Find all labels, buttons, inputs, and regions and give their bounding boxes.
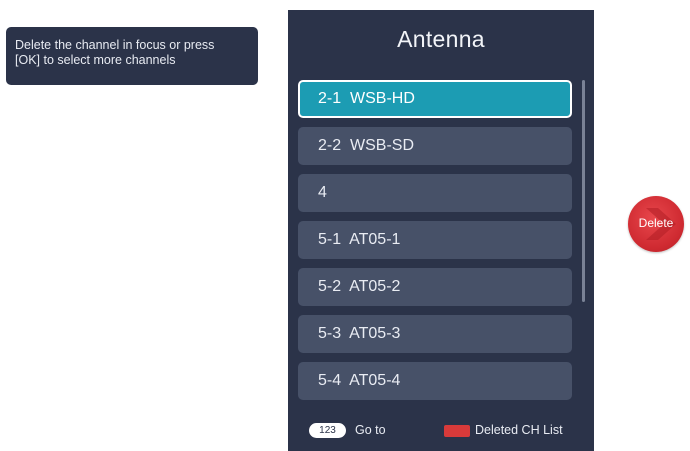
channel-list-panel: Antenna 2-1 WSB-HD 2-2 WSB-SD 4 5-1 AT05… bbox=[288, 10, 594, 451]
number-key-badge: 123 bbox=[309, 423, 346, 438]
channel-row[interactable]: 5-3 AT05-3 bbox=[298, 315, 572, 353]
channel-row[interactable]: 5-2 AT05-2 bbox=[298, 268, 572, 306]
channel-list: 2-1 WSB-HD 2-2 WSB-SD 4 5-1 AT05-1 5-2 A… bbox=[298, 80, 574, 421]
channel-row[interactable]: 2-1 WSB-HD bbox=[298, 80, 572, 118]
delete-button[interactable]: Delete bbox=[628, 196, 684, 252]
screen: Delete the channel in focus or press [OK… bbox=[0, 0, 690, 451]
channel-row[interactable]: 5-4 AT05-4 bbox=[298, 362, 572, 400]
panel-footer: 123 Go to Deleted CH List bbox=[288, 409, 594, 451]
help-tooltip: Delete the channel in focus or press [OK… bbox=[6, 27, 258, 85]
tooltip-line-2: [OK] to select more channels bbox=[15, 53, 176, 67]
deleted-ch-list-hint[interactable]: Deleted CH List bbox=[475, 422, 563, 439]
goto-hint[interactable]: Go to bbox=[355, 422, 386, 439]
panel-title: Antenna bbox=[397, 26, 485, 52]
red-color-key-icon bbox=[444, 425, 470, 437]
channel-row[interactable]: 4 bbox=[298, 174, 572, 212]
delete-button-label: Delete bbox=[638, 216, 674, 230]
channel-row[interactable]: 5-1 AT05-1 bbox=[298, 221, 572, 259]
tooltip-line-1: Delete the channel in focus or press bbox=[15, 38, 215, 52]
list-scrollbar[interactable] bbox=[582, 80, 585, 302]
channel-row[interactable]: 2-2 WSB-SD bbox=[298, 127, 572, 165]
